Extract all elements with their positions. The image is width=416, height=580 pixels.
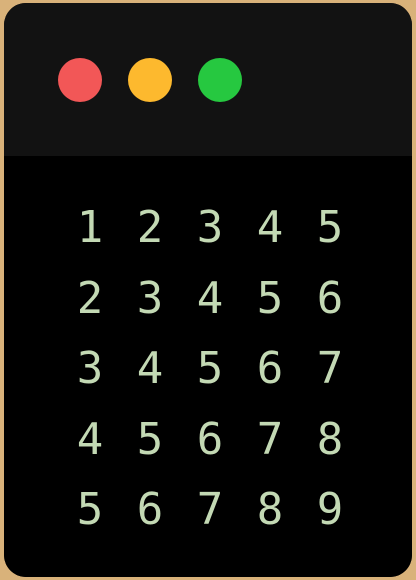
grid-cell: 4 bbox=[256, 202, 284, 253]
grid-cell: 5 bbox=[316, 202, 344, 253]
grid-cell: 6 bbox=[196, 413, 224, 465]
grid-cell: 3 bbox=[136, 272, 164, 324]
grid-cell: 7 bbox=[196, 484, 224, 535]
grid-cell: 5 bbox=[136, 413, 164, 465]
grid-cell: 3 bbox=[76, 343, 104, 394]
grid-cell: 6 bbox=[256, 343, 284, 394]
terminal-window: 1 2 3 4 5 2 3 4 5 6 3 4 5 6 7 4 5 6 7 8 … bbox=[4, 3, 412, 577]
terminal-output: 1 2 3 4 5 2 3 4 5 6 3 4 5 6 7 4 5 6 7 8 … bbox=[4, 156, 412, 577]
grid-cell: 5 bbox=[196, 343, 224, 394]
grid-cell: 2 bbox=[76, 272, 104, 324]
grid-cell: 7 bbox=[316, 343, 344, 394]
grid-cell: 1 bbox=[76, 202, 104, 253]
grid-cell: 8 bbox=[256, 484, 284, 535]
grid-cell: 3 bbox=[196, 202, 224, 253]
close-button[interactable] bbox=[58, 58, 102, 102]
zoom-button[interactable] bbox=[198, 58, 242, 102]
grid-cell: 2 bbox=[136, 202, 164, 253]
grid-cell: 4 bbox=[76, 413, 104, 465]
grid-cell: 9 bbox=[316, 484, 344, 535]
grid-cell: 5 bbox=[76, 484, 104, 535]
grid-cell: 4 bbox=[196, 272, 224, 324]
grid-cell: 7 bbox=[256, 413, 284, 465]
grid-cell: 5 bbox=[256, 272, 284, 324]
grid-cell: 6 bbox=[316, 272, 344, 324]
grid-cell: 4 bbox=[136, 343, 164, 394]
title-bar[interactable] bbox=[4, 3, 412, 156]
grid-cell: 6 bbox=[136, 484, 164, 535]
minimize-button[interactable] bbox=[128, 58, 172, 102]
grid-cell: 8 bbox=[316, 413, 344, 465]
number-grid: 1 2 3 4 5 2 3 4 5 6 3 4 5 6 7 4 5 6 7 8 … bbox=[60, 198, 360, 551]
